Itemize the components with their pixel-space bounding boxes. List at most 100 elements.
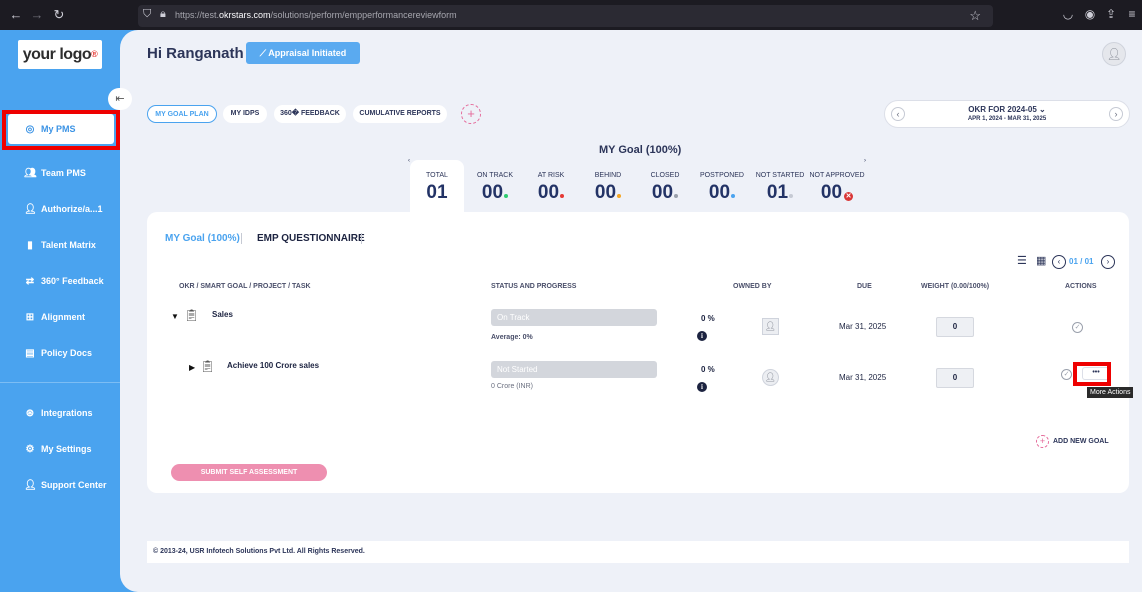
column-header-status: STATUS AND PROGRESS [491,283,577,290]
footer-copyright: © 2013-24, USR Infotech Solutions Pvt Lt… [147,541,1129,563]
collapse-sidebar-button[interactable]: ⇤ [108,88,132,110]
tab-cumulative-reports[interactable]: CUMULATIVE REPORTS [353,105,447,123]
next-period-button[interactable]: › [1109,107,1123,121]
pocket-icon[interactable]: ◡ [1060,7,1076,21]
address-bar[interactable]: ⛉ 🔒︎ https://test.okrstars.com/solutions… [138,5,993,27]
app-area: your logo® ◎ My PMS 👥︎ Team PMS 👤︎ Authoriz… [0,30,1142,592]
next-page-button[interactable]: › [1101,255,1115,269]
okr-period-range: APR 1, 2024 - MAR 31, 2025 [967,116,1047,122]
column-header-actions: ACTIONS [1065,283,1097,290]
check-circle-icon[interactable]: ✓ [1061,369,1072,380]
reload-icon[interactable]: ↻ [50,6,68,24]
bookmark-star-icon[interactable]: ☆ [969,8,981,24]
sidebar-item-my-settings[interactable]: ⚙ My Settings [0,434,122,464]
status-bar[interactable]: Not Started [491,361,657,378]
stat-postponed[interactable]: POSTPONED 00 [698,172,746,204]
team-icon: 👥︎ [24,168,37,179]
okr-period-title[interactable]: OKR FOR 2024-05 ⌄ [885,105,1129,114]
lock-icon: 🔒︎ [160,8,166,20]
stat-total[interactable]: TOTAL 01 [412,172,462,204]
sidebar-item-talent-matrix[interactable]: ▮ Talent Matrix [0,230,122,260]
tab-my-goal[interactable]: MY Goal (100%) [165,233,240,244]
expand-row-icon[interactable]: ▶ [189,363,195,372]
tab-divider [241,233,242,244]
tab-emp-questionnaire[interactable]: EMP QUESTIONNAIRE [257,233,365,244]
sidebar-item-integrations[interactable]: ⊛ Integrations [0,398,122,428]
progress-percent: 0 % [701,314,715,323]
grid-view-icon[interactable]: ▦ [1036,254,1046,267]
url-text: https://test.okrstars.com/solutions/perf… [175,10,457,20]
status-bar[interactable]: On Track [491,309,657,326]
appraisal-status-button[interactable]: ⟋ Appraisal Initiated [246,42,360,64]
task-list-icon: 📋︎ [200,359,216,373]
logo: your logo® [18,40,102,69]
column-header-owner: OWNED BY [733,283,772,290]
user-avatar[interactable]: 👤︎ [1102,42,1126,66]
column-header-goal: OKR / SMART GOAL / PROJECT / TASK [179,283,311,290]
behind-dot [617,194,622,198]
page-indicator: 01 / 01 [1069,257,1094,266]
add-goal-plus-icon[interactable]: + [1036,435,1049,448]
account-icon[interactable]: ◉ [1082,7,1098,21]
highlight-my-pms [2,110,120,150]
add-tab-button[interactable]: + [461,104,481,124]
stat-at-risk[interactable]: AT RISK 00 [529,172,573,204]
sidebar-item-authorize[interactable]: 👤︎ Authorize/a...1 [0,194,122,224]
summary-title: MY Goal (100%) [599,144,682,156]
forward-arrow-icon[interactable]: → [28,6,46,24]
info-icon[interactable]: i [697,382,707,392]
okr-period-selector[interactable]: ‹ OKR FOR 2024-05 ⌄ APR 1, 2024 - MAR 31… [884,100,1130,128]
sidebar-divider [0,382,122,383]
sidebar-item-360-feedback[interactable]: ⇄ 360° Feedback [0,266,122,296]
goal-title[interactable]: Achieve 100 Crore sales [227,361,319,370]
tab-my-idps[interactable]: MY IDPS [223,105,267,123]
weight-field[interactable]: 0 [936,317,974,337]
stats-scroll-left-icon[interactable]: ‹ [408,158,410,164]
sidebar-item-policy-docs[interactable]: ▤ Policy Docs [0,338,122,368]
tab-my-goal-plan[interactable]: MY GOAL PLAN [147,105,217,123]
target-note: 0 Crore (INR) [491,383,534,390]
tab-divider [361,233,362,244]
support-icon: 👤︎ [24,480,37,491]
stat-closed[interactable]: CLOSED 00 [643,172,687,204]
postponed-dot [731,194,736,198]
browser-toolbar: ← → ↻ ⛉ 🔒︎ https://test.okrstars.com/sol… [0,0,1142,30]
submit-self-assessment-button[interactable]: SUBMIT SELF ASSESSMENT [171,464,327,481]
average-progress: Average: 0% [491,334,533,341]
pin-icon: ⟋ [259,48,269,58]
check-circle-icon[interactable]: ✓ [1072,322,1083,333]
stat-not-approved[interactable]: NOT APPROVED 00 ✕ [809,172,865,204]
stat-not-started[interactable]: NOT STARTED 01 [754,172,806,204]
collapse-row-icon[interactable]: ▼ [171,312,179,321]
list-view-icon[interactable]: ☰ [1017,254,1027,267]
sidebar-item-team-pms[interactable]: 👥︎ Team PMS [0,158,122,188]
column-header-due: DUE [857,283,872,290]
tab-360-feedback[interactable]: 360� FEEDBACK [274,105,346,123]
gear-icon: ⚙ [25,444,35,455]
at-risk-dot [560,194,565,198]
back-arrow-icon[interactable]: ← [7,6,25,24]
goal-title[interactable]: Sales [212,310,233,319]
matrix-icon: ▮ [27,240,33,251]
owner-avatar[interactable]: 👤︎ [762,318,779,335]
user-icon: 👤︎ [24,204,37,215]
sidebar-item-support-center[interactable]: 👤︎ Support Center [0,470,122,500]
prev-page-button[interactable]: ‹ [1052,255,1066,269]
task-list-icon: 📋︎ [184,308,200,322]
add-new-goal-link[interactable]: ADD NEW GOAL [1053,438,1109,445]
weight-field[interactable]: 0 [936,368,974,388]
sidebar-item-alignment[interactable]: ⊞ Alignment [0,302,122,332]
extensions-icon[interactable]: ⇪ [1103,7,1119,21]
not-started-dot [789,194,794,198]
not-approved-x-icon: ✕ [844,192,854,201]
more-actions-tooltip: More Actions [1087,387,1134,398]
menu-icon[interactable]: ≡ [1124,7,1140,21]
owner-avatar[interactable]: 👤︎ [762,369,779,386]
stat-on-track[interactable]: ON TRACK 00 [472,172,518,204]
alignment-icon: ⊞ [25,312,35,323]
due-date: Mar 31, 2025 [839,373,887,382]
stats-scroll-right-icon[interactable]: › [864,158,866,164]
info-icon[interactable]: i [697,331,707,341]
goals-card: MY Goal (100%) EMP QUESTIONNAIRE ☰ ▦ ‹ 0… [147,212,1134,493]
stat-behind[interactable]: BEHIND 00 [586,172,630,204]
